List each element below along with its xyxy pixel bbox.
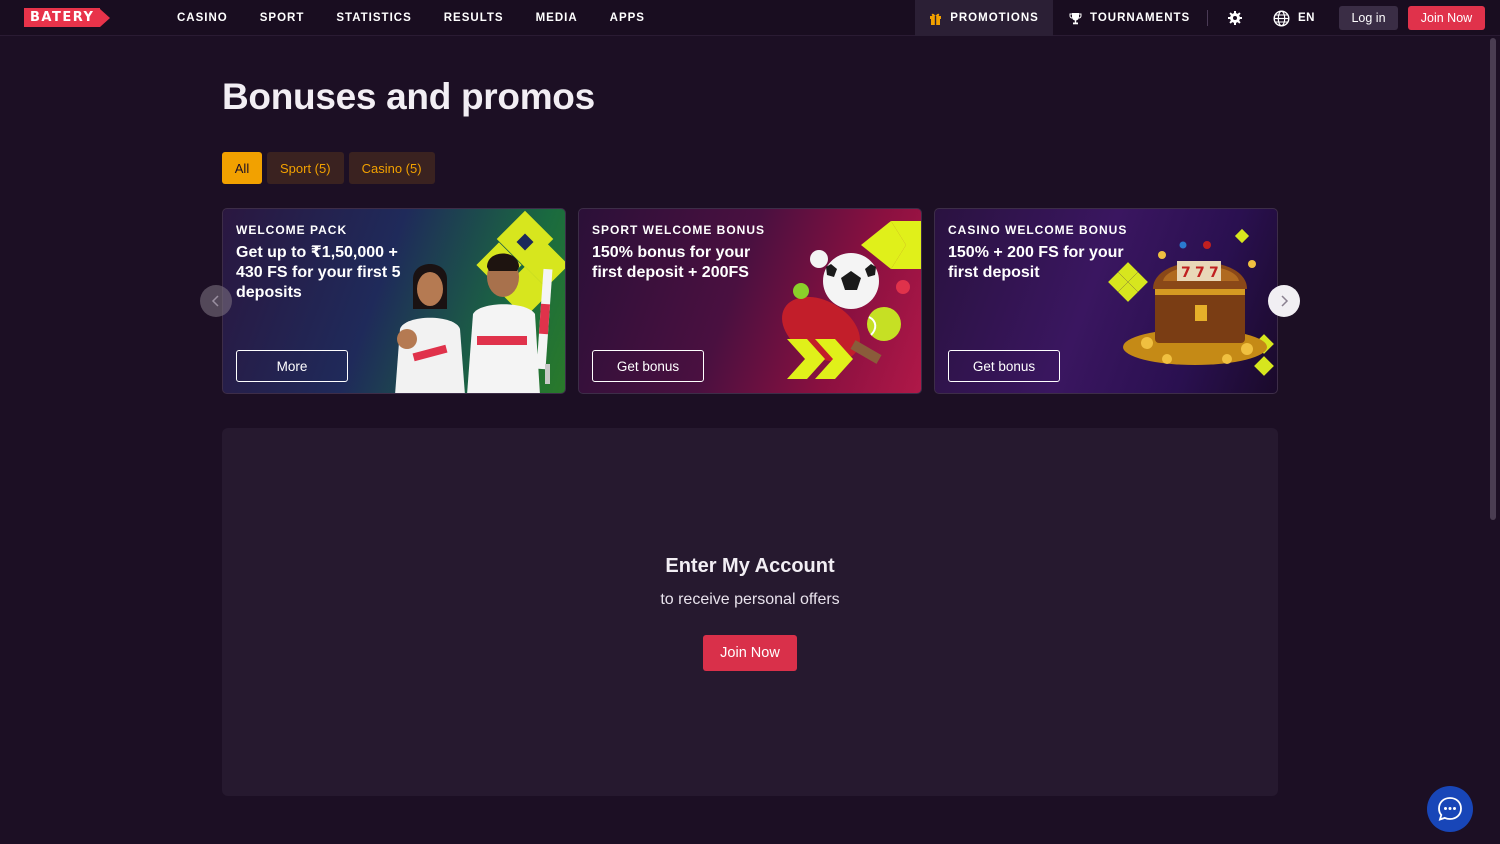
top-header: BATERY CASINO SPORT STATISTICS RESULTS M… xyxy=(0,0,1500,36)
join-now-button[interactable]: Join Now xyxy=(1408,6,1485,30)
nav-casino[interactable]: CASINO xyxy=(177,12,228,24)
language-selector[interactable]: EN xyxy=(1273,0,1315,36)
nav-apps[interactable]: APPS xyxy=(610,12,645,24)
globe-icon xyxy=(1273,9,1290,27)
svg-text:7: 7 xyxy=(1195,265,1205,281)
logo-text: BATERY xyxy=(24,8,101,27)
nav-statistics[interactable]: STATISTICS xyxy=(336,12,411,24)
tab-tournaments[interactable]: TOURNAMENTS xyxy=(1069,0,1190,36)
account-panel: Enter My Account to receive personal off… xyxy=(222,428,1278,796)
more-button[interactable]: More xyxy=(236,350,348,382)
gift-icon xyxy=(930,13,942,25)
promo-card-welcome-pack[interactable]: WELCOME PACK Get up to ₹1,50,000 + 430 F… xyxy=(222,208,566,394)
promotions-label: PROMOTIONS xyxy=(950,12,1039,24)
chevron-left-icon xyxy=(211,295,219,307)
nav-results[interactable]: RESULTS xyxy=(444,12,504,24)
login-button[interactable]: Log in xyxy=(1339,6,1398,30)
treasure-chest-image: 7 7 7 xyxy=(1108,228,1274,376)
card-tag: SPORT WELCOME BONUS xyxy=(592,223,766,237)
promo-card-casino-welcome[interactable]: 7 7 7 CASINO WELCOME BONUS 150% + 200 FS… xyxy=(934,208,1278,394)
batery-logo[interactable]: BATERY xyxy=(24,8,137,27)
sport-balls-image xyxy=(782,221,921,379)
main-nav: CASINO SPORT STATISTICS RESULTS MEDIA AP… xyxy=(177,0,677,36)
filter-sport[interactable]: Sport (5) xyxy=(267,152,344,184)
card-tag: CASINO WELCOME BONUS xyxy=(948,223,1128,237)
chevron-right-icon xyxy=(1281,295,1289,307)
account-title: Enter My Account xyxy=(665,555,835,577)
filter-casino[interactable]: Casino (5) xyxy=(348,152,435,184)
card-description: 150% + 200 FS for your first deposit xyxy=(948,244,1124,281)
nav-sport[interactable]: SPORT xyxy=(260,12,305,24)
card-description: Get up to ₹1,50,000 + 430 FS for your fi… xyxy=(236,244,401,301)
logo-arrow-icon xyxy=(100,8,111,27)
header-divider xyxy=(1207,10,1208,26)
get-bonus-button[interactable]: Get bonus xyxy=(592,350,704,382)
svg-text:7: 7 xyxy=(1181,265,1191,281)
page-title: Bonuses and promos xyxy=(222,76,595,117)
filter-all[interactable]: All xyxy=(222,152,262,184)
card-description: 150% bonus for your first deposit + 200F… xyxy=(592,244,751,281)
page-scrollbar[interactable] xyxy=(1490,38,1496,520)
cricket-players-image xyxy=(395,210,565,393)
language-label: EN xyxy=(1298,12,1315,24)
account-join-button[interactable]: Join Now xyxy=(703,635,797,671)
tournaments-label: TOURNAMENTS xyxy=(1090,12,1191,24)
nav-media[interactable]: MEDIA xyxy=(536,12,578,24)
get-bonus-button[interactable]: Get bonus xyxy=(948,350,1060,382)
card-tag: WELCOME PACK xyxy=(236,223,348,237)
tab-promotions[interactable]: PROMOTIONS xyxy=(915,0,1053,36)
chat-button[interactable] xyxy=(1427,786,1473,832)
promo-card-sport-welcome[interactable]: SPORT WELCOME BONUS 150% bonus for your … xyxy=(578,208,922,394)
promo-filters: All Sport (5) Casino (5) xyxy=(222,152,435,184)
trophy-icon xyxy=(1069,12,1082,24)
carousel-next-button[interactable] xyxy=(1268,285,1300,317)
svg-text:7: 7 xyxy=(1209,265,1219,281)
account-subtitle: to receive personal offers xyxy=(660,591,840,608)
carousel-prev-button[interactable] xyxy=(200,285,232,317)
gear-icon[interactable] xyxy=(1227,10,1243,26)
chat-bubble-icon xyxy=(1438,797,1462,821)
